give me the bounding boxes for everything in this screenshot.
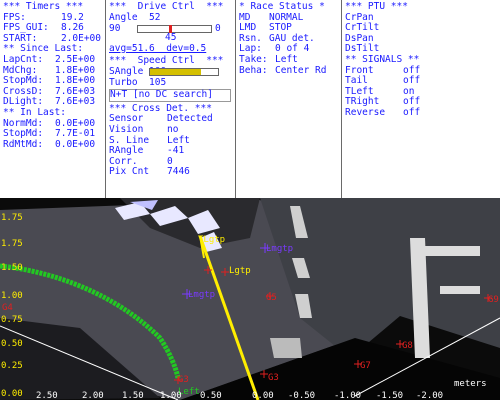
annot-lmgtp: Lmgtp: [266, 244, 293, 254]
x-tick-label: -1.00: [334, 391, 361, 400]
annot-g7: G7: [360, 361, 371, 371]
avg-readout: avg=51.6 dev=0.5: [109, 42, 207, 54]
y-tick-label: 0.50: [1, 339, 23, 349]
x-tick-label: 2.00: [82, 391, 104, 400]
camera-view: TLgtp Lmgtp Lgtp Lmgtp G3 Left G3 G7 G8 …: [0, 198, 500, 400]
annot-lmgtp-mid: Lmgtp: [188, 290, 215, 300]
x-tick-label: -2.00: [416, 391, 443, 400]
signals-title: ** SIGNALS **: [345, 53, 420, 65]
ptu-panel: *** PTU *** CrPan CrTilt DsPan DsTilt **…: [342, 0, 460, 198]
telemetry-panel: *** Timers *** FPS: 19.2 FPS_GUI: 8.26 STA…: [0, 0, 500, 198]
race-status-title: * Race Status *: [239, 1, 325, 12]
speed-bar-fill: [150, 68, 201, 75]
x-tick-label: 0.50: [200, 391, 222, 400]
annot-g3-right: G3: [268, 373, 279, 383]
units-label: meters: [454, 379, 487, 389]
y-tick-label: 1.50: [1, 263, 23, 273]
angle-gauge-bar: [137, 25, 212, 34]
gauge-min-label: 90: [109, 22, 121, 34]
timers-panel: *** Timers *** FPS: 19.2 FPS_GUI: 8.26 STA…: [0, 0, 104, 198]
nt-status: N+T [no DC search]: [109, 89, 231, 102]
y-tick-label: 0.00: [1, 389, 23, 399]
in-last-title: ** In Last:: [3, 106, 66, 118]
x-tick-label: 2.50: [36, 391, 58, 400]
x-tick-label: 1.00: [160, 391, 182, 400]
y-tick-label: 1.00: [1, 291, 23, 301]
camera-canvas: TLgtp Lmgtp Lgtp Lmgtp G3 Left G3 G7 G8 …: [0, 198, 500, 400]
in-row: RdMtMd: 0.0E+00: [3, 138, 96, 150]
angle-value: 52: [149, 11, 161, 23]
y-tick-label: 1.75: [1, 239, 23, 249]
angle-gauge-marker: [168, 25, 172, 34]
drive-ctrl-title: *** Drive Ctrl ***: [109, 1, 224, 12]
annot-g5: G5: [266, 293, 277, 303]
race-row: Beha: Center Rd: [239, 64, 327, 76]
y-tick-label: 0.75: [1, 315, 23, 325]
y-tick-label: 0.25: [1, 361, 23, 371]
x-tick-label: 1.50: [122, 391, 144, 400]
timers-title: *** Timers ***: [3, 1, 84, 12]
since-row: LapCnt: 2.5E+00: [3, 53, 96, 65]
speed-row: SAngle100: [109, 66, 231, 78]
annot-g9: G9: [488, 295, 499, 305]
annot-g8: G8: [402, 341, 413, 351]
annot-lgtp: Lgtp: [229, 266, 251, 276]
angle-gauge: 90 0: [109, 22, 231, 34]
race-status-panel: * Race Status * MD NORMAL LMD STOP Rsn. GAU…: [236, 0, 340, 198]
y-tick-label: 1.75: [1, 213, 23, 223]
cross-row: Vision no: [109, 123, 179, 135]
ptu-title: *** PTU ***: [345, 1, 408, 12]
x-tick-label: -1.50: [376, 391, 403, 400]
drive-panel: *** Drive Ctrl *** Angle 52 90 0 45 avg=5…: [106, 0, 234, 198]
x-tick-label: -0.50: [288, 391, 315, 400]
race-row: Take: Left: [239, 53, 298, 65]
annot-g4: G4: [2, 303, 13, 313]
turbo-row: Turbo 105: [109, 76, 167, 88]
angle-row: Angle 52: [109, 11, 161, 23]
speed-bar: [149, 67, 219, 76]
annot-tlgtp: TLgtp: [198, 235, 225, 245]
x-tick-label: 0.00: [252, 391, 274, 400]
signal-row: Reverse off: [345, 106, 421, 118]
cross-row: Pix Cnt 7446: [109, 166, 190, 178]
gauge-max-label: 0: [215, 22, 221, 34]
